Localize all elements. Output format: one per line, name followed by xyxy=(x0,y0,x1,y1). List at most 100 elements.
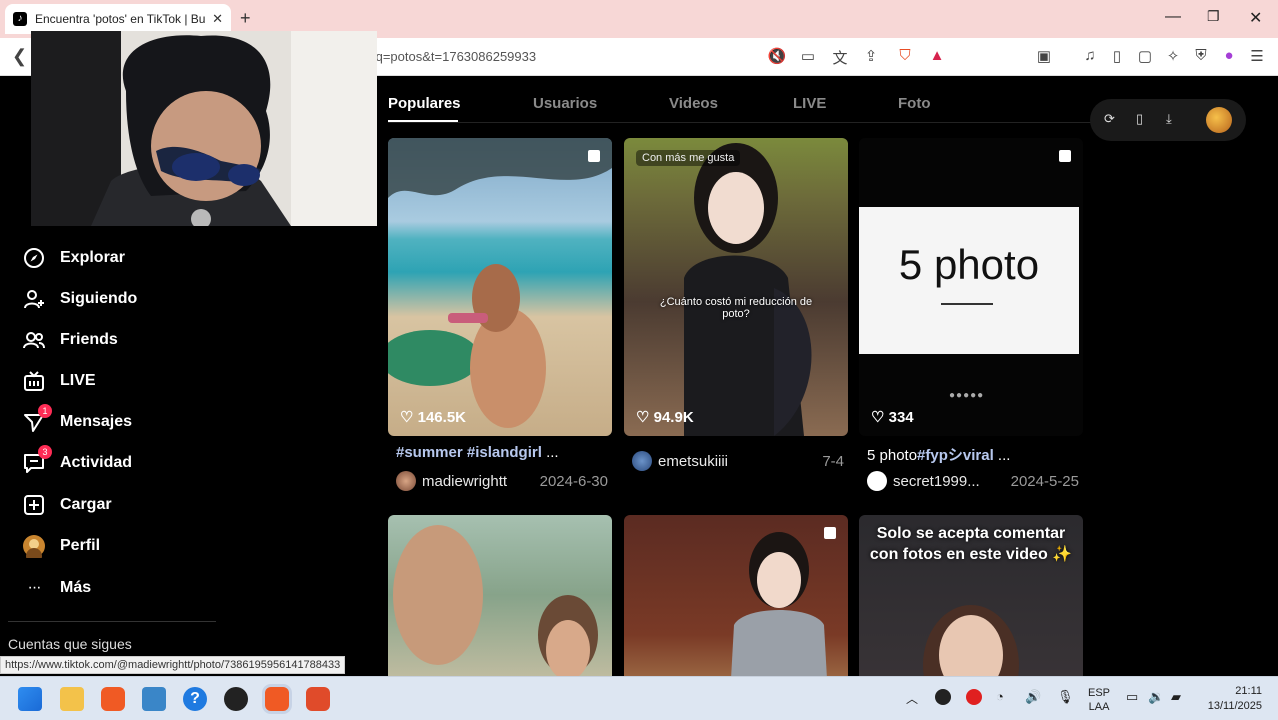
tab-live[interactable]: LIVE xyxy=(793,95,826,112)
share-icon[interactable]: ⇪ xyxy=(861,47,881,65)
record-icon[interactable] xyxy=(966,689,982,705)
wallet-icon[interactable]: ▢ xyxy=(1135,47,1155,65)
microphone-icon[interactable]: 🎙 xyxy=(1057,689,1074,705)
like-count: ♡ 334 xyxy=(871,409,914,426)
overlay-caption: ¿Cuánto costó mi reducción de poto? xyxy=(659,296,813,320)
sidebar-item-friends[interactable]: Friends xyxy=(22,325,118,355)
music-icon[interactable]: ♫ xyxy=(1080,47,1100,64)
language-indicator[interactable]: ESP LAA xyxy=(1088,686,1110,714)
result-thumbnail[interactable] xyxy=(388,515,612,676)
menu-icon[interactable]: ☰ xyxy=(1247,47,1267,65)
obs-icon[interactable] xyxy=(224,687,248,711)
sidebar-item-cargar[interactable]: Cargar xyxy=(22,490,112,520)
tab-videos[interactable]: Videos xyxy=(669,95,718,112)
hashtags[interactable]: #summer #islandgirl xyxy=(396,444,542,461)
result-description[interactable]: 5 photo#fypシviral ... xyxy=(867,444,1010,465)
user-avatar[interactable] xyxy=(632,451,652,471)
volume-icon[interactable]: 🔊 xyxy=(1025,689,1041,705)
speaker-icon[interactable]: 🔉 xyxy=(1148,689,1164,705)
result-thumbnail[interactable]: ♡ 146.5K xyxy=(388,138,612,436)
live-tv-icon xyxy=(22,369,46,393)
discord-icon[interactable]: ◔ xyxy=(996,689,1004,704)
coin-icon[interactable]: ⟳ xyxy=(1104,111,1115,127)
notification-badge: 1 xyxy=(38,404,52,418)
clock-date: 13/11/2025 xyxy=(1207,700,1262,712)
sidebar-item-siguiendo[interactable]: Siguiendo xyxy=(22,284,137,314)
multi-photo-icon xyxy=(1059,150,1071,162)
webcam-overlay xyxy=(31,31,377,226)
result-description[interactable]: #summer #islandgirl ... xyxy=(396,444,559,461)
sidebar-item-perfil[interactable]: Perfil xyxy=(22,531,100,561)
brave-shields-icon[interactable]: ⛉ xyxy=(895,47,915,64)
tab-usuarios[interactable]: Usuarios xyxy=(533,95,597,112)
brave-rewards-icon[interactable]: ▲ xyxy=(927,47,947,64)
tab-populares[interactable]: Populares xyxy=(388,95,461,112)
username[interactable]: madiewrightt xyxy=(422,473,540,490)
network-icon[interactable]: ▭ xyxy=(1126,689,1138,705)
leo-icon[interactable]: ✧ xyxy=(1163,47,1183,65)
result-thumbnail[interactable]: Solo se acepta comentar con fotos en est… xyxy=(859,515,1083,676)
person-photo xyxy=(731,532,827,676)
cast-icon[interactable]: ▭ xyxy=(798,47,818,65)
profile-icon[interactable]: ● xyxy=(1219,47,1239,64)
sidebar-item-mas[interactable]: ··· Más xyxy=(22,573,92,603)
username[interactable]: secret1999... xyxy=(893,473,1011,490)
download-icon[interactable]: ⤓ xyxy=(1166,111,1172,127)
top-right-actions: ⟳ ▯ ⤓ xyxy=(1090,99,1246,141)
windows-taskbar: ? ︿ ◔ 🔊 🎙 ESP LAA ▭ 🔉 ▰ 21:11 13/11/2025 xyxy=(0,676,1278,720)
close-tab-icon[interactable]: ✕ xyxy=(212,11,223,27)
post-date: 7-4 xyxy=(822,452,844,470)
close-window-button[interactable]: ✕ xyxy=(1249,8,1262,28)
restore-button[interactable]: ❐ xyxy=(1207,8,1220,25)
sidebar-item-mensajes[interactable]: 1 Mensajes xyxy=(22,404,132,437)
sidebar-icon[interactable]: ▯ xyxy=(1107,47,1127,65)
brave-browser-icon-2[interactable] xyxy=(306,687,330,711)
hashtags[interactable]: #fypシviral xyxy=(917,447,994,464)
obs-tray-icon[interactable] xyxy=(935,689,951,705)
url-field[interactable]: /q=potos&t=1763086259933 xyxy=(372,49,536,64)
sidebar-item-live[interactable]: LIVE xyxy=(22,366,96,396)
file-explorer-icon[interactable] xyxy=(60,687,84,711)
result-thumbnail[interactable]: Con más me gusta ¿Cuánto costó mi reducc… xyxy=(624,138,848,436)
battery-icon[interactable]: ▰ xyxy=(1171,689,1181,705)
tab-foto[interactable]: Foto xyxy=(898,95,930,112)
device-icon[interactable]: ▯ xyxy=(1136,111,1143,127)
sidebar-item-label: Siguiendo xyxy=(60,290,138,307)
sidebar-item-label: Perfil xyxy=(60,537,101,554)
profile-avatar[interactable] xyxy=(1206,107,1232,133)
reader-icon[interactable]: ▣ xyxy=(1034,47,1054,65)
browser-tab[interactable]: ♪ Encuentra 'potos' en TikTok | Bu... ✕ xyxy=(5,4,231,34)
tiktok-icon: ♪ xyxy=(13,12,27,26)
sidebar-item-explorar[interactable]: Explorar xyxy=(22,243,125,273)
person-photo xyxy=(684,143,812,436)
sidebar-item-actividad[interactable]: 3 Actividad xyxy=(22,445,132,478)
like-count: ♡ 146.5K xyxy=(400,409,466,426)
clock[interactable]: 21:11 13/11/2025 xyxy=(1196,684,1262,714)
user-avatar[interactable] xyxy=(396,471,416,491)
new-tab-button[interactable]: + xyxy=(240,8,251,29)
webcam-feed xyxy=(31,31,377,226)
search-tabs: Populares Usuarios Videos LIVE Foto xyxy=(388,76,1106,123)
brave-browser-icon[interactable] xyxy=(101,687,125,711)
photos-icon[interactable] xyxy=(142,687,166,711)
sidebar-divider xyxy=(8,621,216,622)
result-thumbnail[interactable] xyxy=(624,515,848,676)
keyboard-layout: LAA xyxy=(1088,701,1110,713)
result-thumbnail[interactable]: 5 photo ●●●●● ♡ 334 xyxy=(859,138,1083,436)
avatar-icon xyxy=(22,534,46,558)
most-liked-badge: Con más me gusta xyxy=(636,150,741,166)
minimize-button[interactable]: — xyxy=(1165,8,1181,26)
back-button[interactable]: ❮ xyxy=(12,46,27,67)
user-avatar[interactable] xyxy=(867,471,887,491)
username[interactable]: emetsukiiii xyxy=(658,453,822,470)
brave-browser-active-icon[interactable] xyxy=(265,687,289,711)
sidebar-item-label: Friends xyxy=(60,331,118,348)
arrow-icon xyxy=(941,303,993,305)
translate-icon[interactable]: 文 xyxy=(830,47,850,68)
chevron-up-icon[interactable]: ︿ xyxy=(906,690,918,707)
help-icon[interactable]: ? xyxy=(183,687,207,711)
more-icon: ··· xyxy=(27,579,42,596)
start-icon[interactable] xyxy=(18,687,42,711)
vpn-icon[interactable]: ⛨ xyxy=(1191,47,1211,64)
no-sound-icon[interactable]: 🔇 xyxy=(767,47,787,65)
